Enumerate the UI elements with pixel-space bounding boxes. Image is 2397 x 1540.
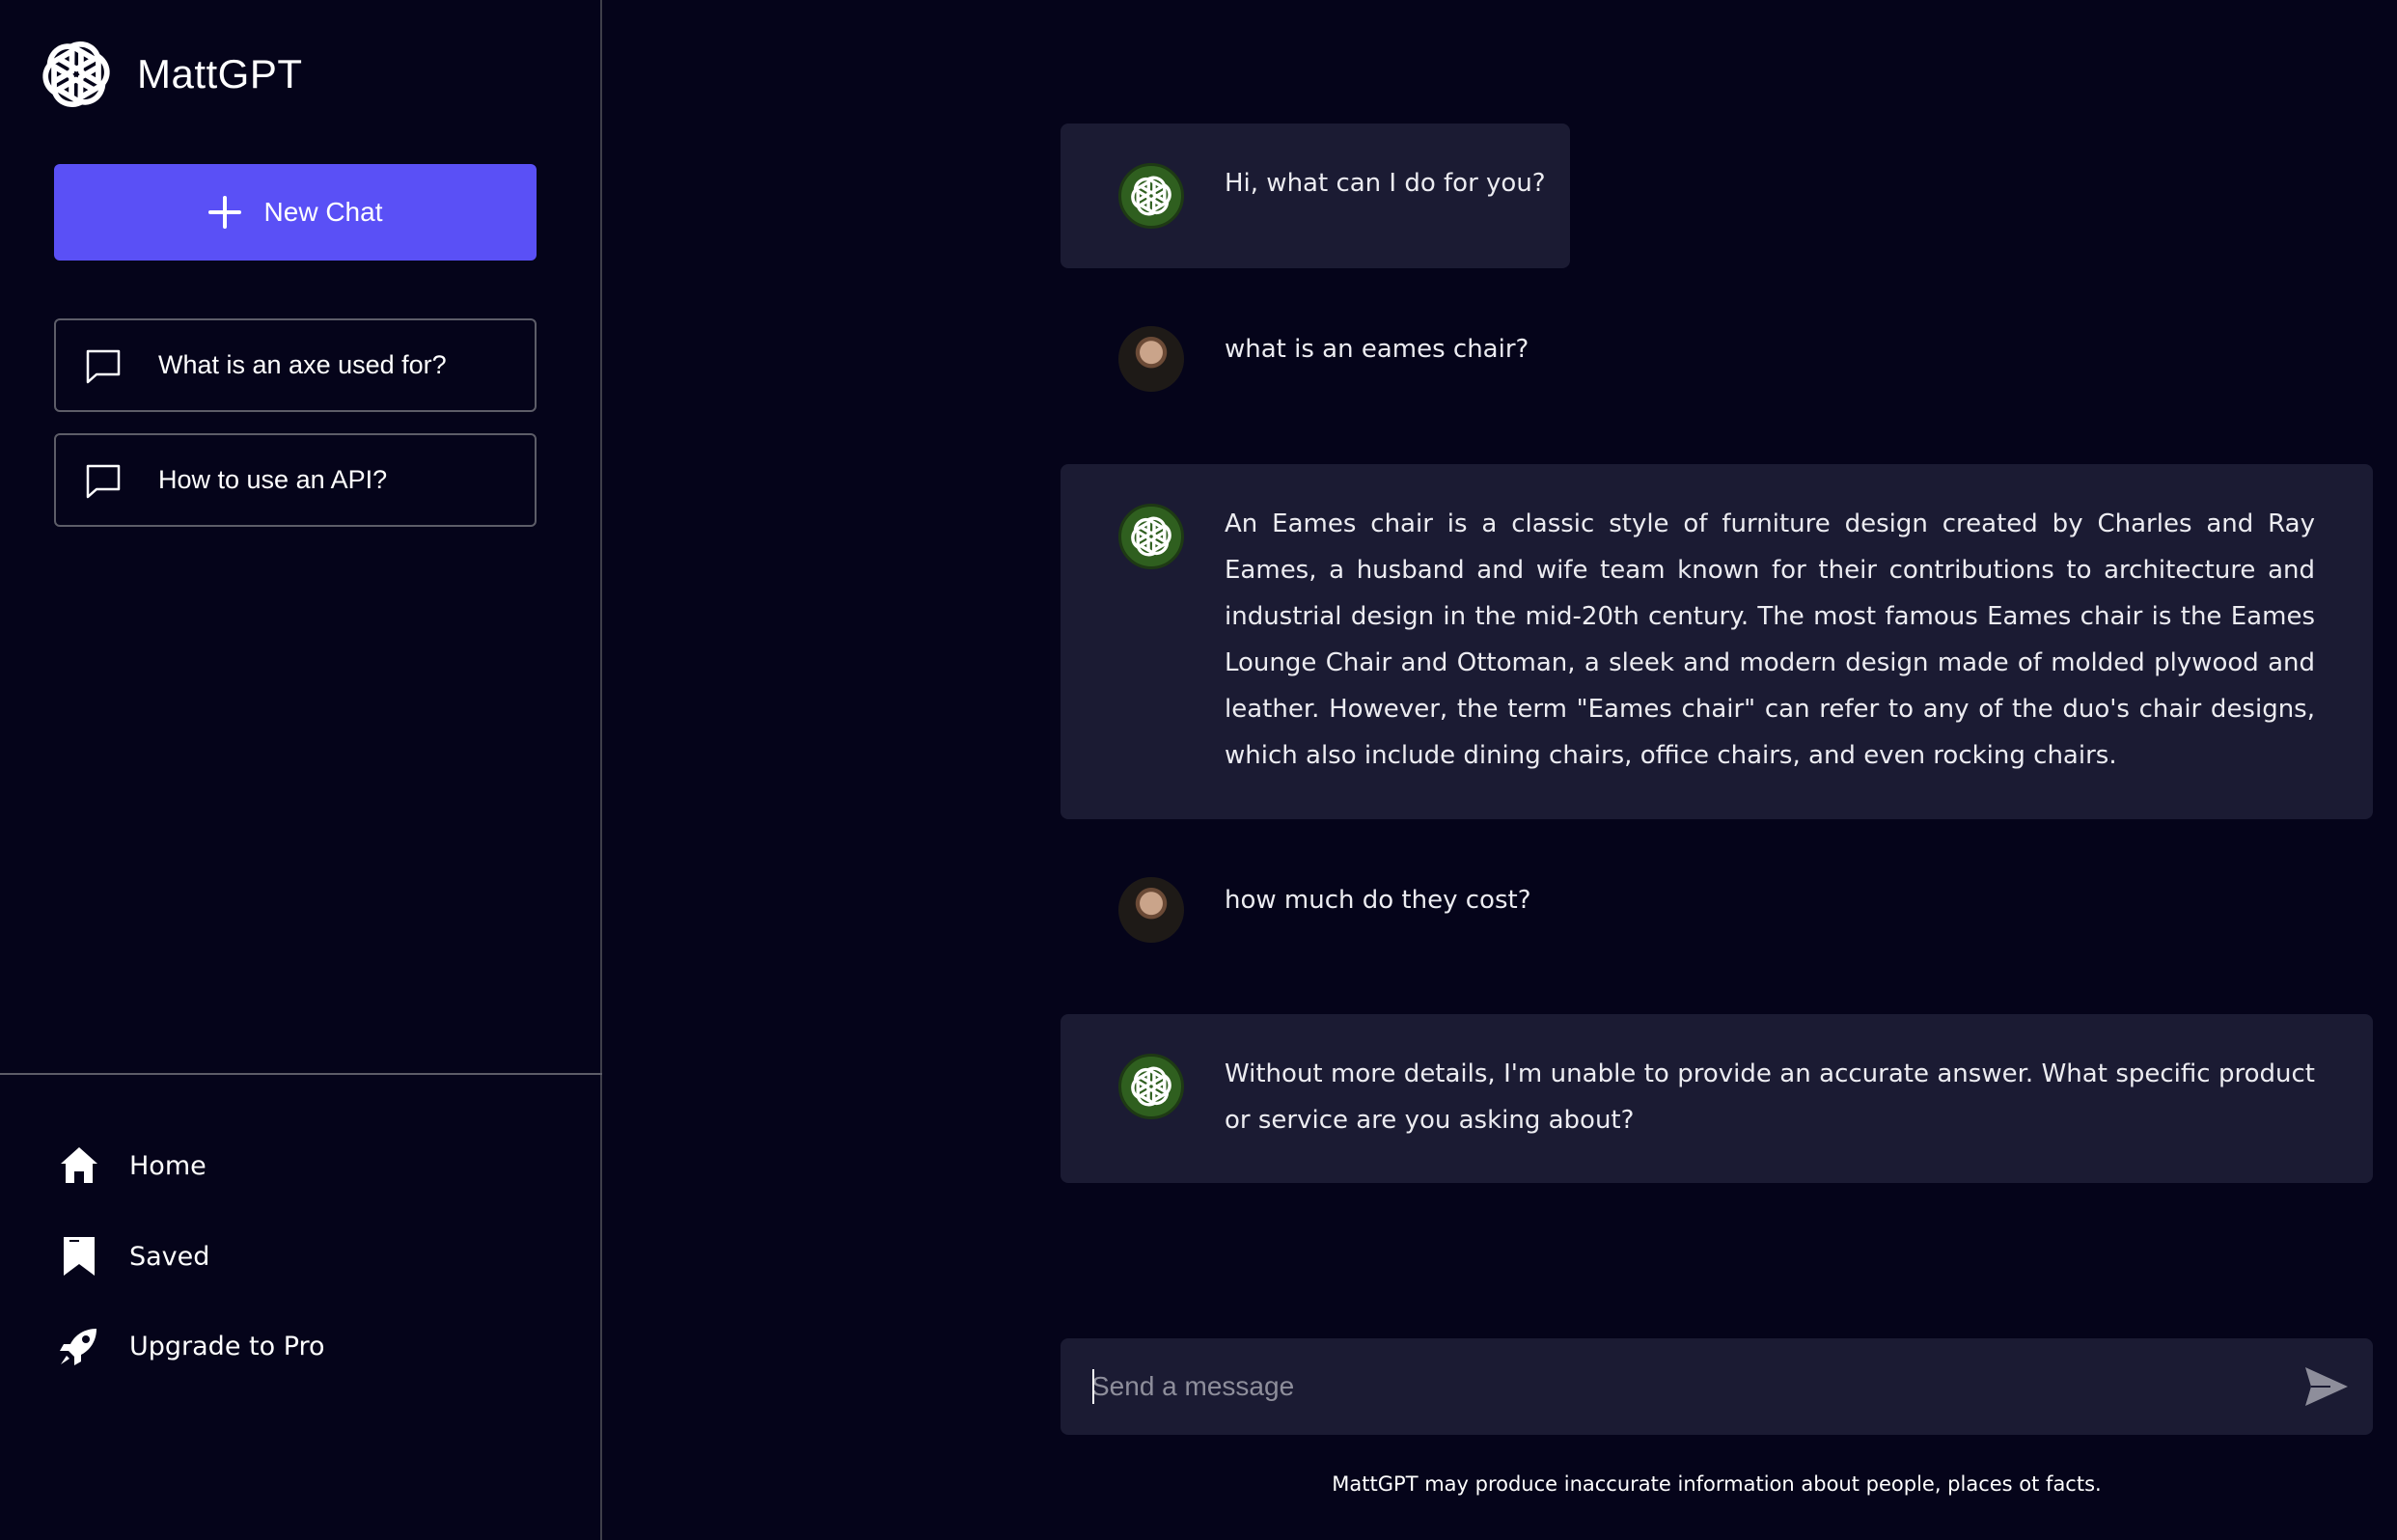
openai-logo-icon <box>42 41 110 107</box>
disclaimer: MattGPT may produce inaccurate informati… <box>1332 1472 2102 1496</box>
message-text: how much do they cost? <box>1225 886 1531 915</box>
openai-logo-icon <box>1131 516 1171 557</box>
chat-bubble-icon <box>86 464 121 498</box>
message-input[interactable] <box>1091 1338 2269 1435</box>
history-item-axe[interactable]: What is an axe used for? <box>54 318 537 412</box>
history-item-label: What is an axe used for? <box>158 350 447 379</box>
user-avatar <box>1118 877 1184 943</box>
nav-saved[interactable]: Saved <box>58 1235 209 1278</box>
assistant-message: Without more details, I'm unable to prov… <box>1061 1014 2373 1183</box>
brand-name: MattGPT <box>137 51 303 96</box>
openai-logo-icon <box>1131 176 1171 216</box>
bookmark-icon <box>64 1237 95 1276</box>
history-item-label: How to use an API? <box>158 465 388 494</box>
message-text: what is an eames chair? <box>1225 335 1529 364</box>
user-avatar <box>1118 326 1184 392</box>
user-message: what is an eames chair? <box>1061 318 2373 415</box>
new-chat-label: New Chat <box>263 197 383 227</box>
brand: MattGPT <box>37 35 303 114</box>
plus-icon <box>207 196 241 229</box>
assistant-avatar <box>1118 504 1184 569</box>
rocket-icon <box>60 1329 96 1365</box>
send-icon[interactable] <box>2301 1361 2352 1412</box>
assistant-avatar <box>1118 1054 1184 1119</box>
assistant-avatar <box>1118 163 1184 229</box>
nav-home[interactable]: Home <box>58 1144 207 1187</box>
sidebar-divider <box>0 1073 602 1075</box>
nav-upgrade[interactable]: Upgrade to Pro <box>58 1325 325 1367</box>
assistant-message: Hi, what can I do for you? <box>1061 124 1570 268</box>
assistant-message: An Eames chair is a classic style of fur… <box>1061 464 2373 819</box>
text-caret <box>1092 1369 1094 1404</box>
chat-bubble-icon <box>86 349 121 383</box>
message-text: Hi, what can I do for you? <box>1225 169 1546 198</box>
new-chat-button[interactable]: New Chat <box>54 164 537 261</box>
nav-label: Saved <box>129 1241 210 1272</box>
openai-logo-icon <box>1131 1066 1171 1107</box>
nav-label: Upgrade to Pro <box>129 1331 325 1361</box>
message-text: An Eames chair is a classic style of fur… <box>1225 509 2315 770</box>
message-composer <box>1061 1338 2373 1435</box>
app-root: MattGPT New Chat What is an axe used for… <box>0 0 2397 1540</box>
nav-label: Home <box>129 1150 207 1181</box>
message-text: Without more details, I'm unable to prov… <box>1225 1059 2315 1135</box>
home-icon <box>61 1147 97 1183</box>
user-message: how much do they cost? <box>1061 869 2373 966</box>
history-item-api[interactable]: How to use an API? <box>54 433 537 527</box>
sidebar: MattGPT New Chat What is an axe used for… <box>0 0 602 1540</box>
